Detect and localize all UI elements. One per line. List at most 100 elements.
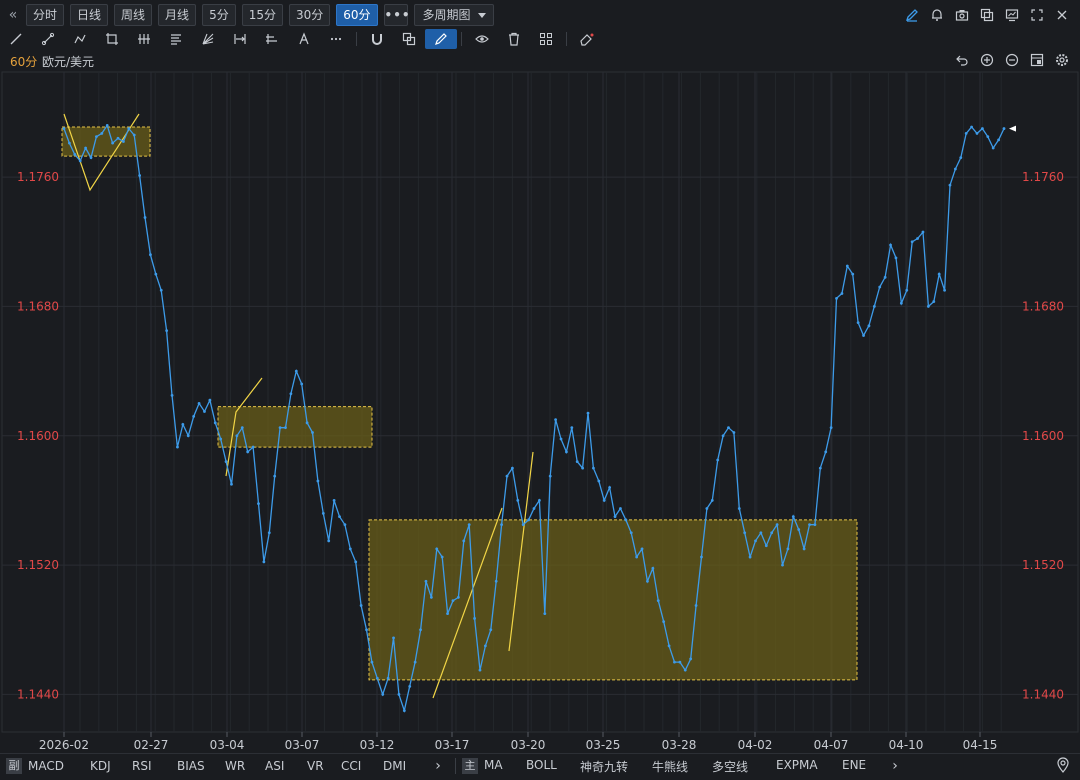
price-point <box>878 285 882 289</box>
price-point <box>899 301 903 305</box>
price-point <box>483 644 487 648</box>
price-point <box>440 555 444 559</box>
price-point <box>640 547 644 551</box>
price-point <box>781 563 784 567</box>
price-point <box>667 644 671 648</box>
price-point <box>338 515 341 518</box>
y-tick-label-right: 1.1600 <box>1022 429 1064 443</box>
price-point <box>462 539 466 543</box>
price-point <box>213 421 217 425</box>
indicator-main-item[interactable]: ENE <box>842 758 884 775</box>
price-point <box>678 660 682 664</box>
indicator-sub-item[interactable]: VR <box>307 759 341 773</box>
price-point <box>716 458 720 462</box>
price-point <box>943 288 946 292</box>
price-point <box>586 411 590 415</box>
price-point <box>592 466 595 470</box>
price-point <box>143 216 147 219</box>
price-point <box>219 437 223 441</box>
y-tick-label-right: 1.1680 <box>1022 299 1064 313</box>
price-point <box>808 523 811 527</box>
price-point <box>267 531 271 535</box>
indicator-sub-item[interactable]: DMI <box>383 759 427 773</box>
price-point <box>764 544 768 548</box>
price-point <box>84 146 88 150</box>
price-point <box>727 426 730 430</box>
price-point <box>149 253 152 257</box>
price-point <box>300 382 304 386</box>
price-point <box>608 486 612 489</box>
indicator-sub-item[interactable]: KDJ <box>90 759 132 773</box>
indicator-sub-item[interactable]: RSI <box>132 759 177 773</box>
price-point <box>910 240 914 244</box>
price-point <box>132 133 136 137</box>
price-point <box>197 402 201 405</box>
indicator-main-item[interactable]: 牛熊线 <box>652 758 712 775</box>
price-point <box>289 392 293 396</box>
price-point <box>176 445 179 449</box>
indicator-bar: 副 MACD KDJ RSI BIAS WR ASI VR CCI DMI › 主 MA BOLL… <box>0 753 1080 778</box>
price-point <box>705 507 709 510</box>
price-point <box>743 531 747 535</box>
price-point <box>429 596 433 599</box>
price-point <box>948 183 952 187</box>
price-point <box>694 604 698 607</box>
price-point <box>889 243 892 247</box>
indicator-main-item[interactable]: BOLL <box>526 758 580 775</box>
price-point <box>883 275 887 279</box>
price-point <box>419 628 422 632</box>
price-point <box>818 466 822 470</box>
sub-indicator-list: MACD KDJ RSI BIAS WR ASI VR CCI DMI <box>28 759 427 773</box>
price-point <box>721 434 725 438</box>
x-tick-label: 03-28 <box>662 738 697 752</box>
price-chart[interactable]: 2026-02 02-27 03-04 03-07 03-12 03-17 03-20 03-… <box>0 0 1080 780</box>
price-point <box>467 523 471 527</box>
price-point <box>613 515 617 518</box>
price-point <box>165 329 169 333</box>
price-point <box>413 660 417 664</box>
current-price-marker <box>1009 125 1016 132</box>
price-point <box>494 579 498 583</box>
indicator-main-item[interactable]: EXPMA <box>776 758 842 775</box>
price-point <box>975 132 979 135</box>
x-tick-label: 03-17 <box>435 738 470 752</box>
y-tick-label-left: 1.1440 <box>17 687 59 701</box>
indicator-main-item[interactable]: 神奇九转 <box>580 758 652 775</box>
location-icon[interactable] <box>1056 757 1070 777</box>
price-point <box>624 518 628 522</box>
price-point <box>916 237 919 240</box>
indicator-sub-item[interactable]: WR <box>225 759 265 773</box>
price-point <box>500 523 503 527</box>
indicator-sub-item[interactable]: ASI <box>265 759 307 773</box>
price-point <box>629 531 633 535</box>
indicator-main-item[interactable]: 多空线 <box>712 758 776 775</box>
price-point <box>122 140 125 143</box>
indicator-main-item[interactable]: MA <box>484 758 526 775</box>
price-point <box>689 657 693 661</box>
price-point <box>597 479 601 483</box>
main-chart-tag: 主 <box>462 758 478 774</box>
price-point <box>926 305 930 308</box>
price-point <box>111 141 115 145</box>
price-point <box>538 499 541 502</box>
price-point <box>559 437 563 441</box>
price-point <box>473 617 476 620</box>
price-point <box>970 125 973 129</box>
indicator-sub-item[interactable]: BIAS <box>177 759 225 773</box>
main-next-icon[interactable]: › <box>884 758 906 774</box>
price-point <box>446 612 449 615</box>
price-point <box>305 421 309 425</box>
price-point <box>203 410 206 413</box>
price-point <box>73 153 77 156</box>
sub-next-icon[interactable]: › <box>427 758 449 774</box>
x-tick-label: 04-10 <box>889 738 924 752</box>
price-point <box>365 628 368 632</box>
indicator-sub-item[interactable]: MACD <box>28 759 90 773</box>
x-tick-label: 03-20 <box>511 738 546 752</box>
price-point <box>208 398 212 402</box>
price-point <box>170 393 174 397</box>
x-tick-label: 03-04 <box>210 738 245 752</box>
indicator-sub-item[interactable]: CCI <box>341 759 383 773</box>
price-point <box>186 434 190 438</box>
price-point <box>181 423 185 426</box>
